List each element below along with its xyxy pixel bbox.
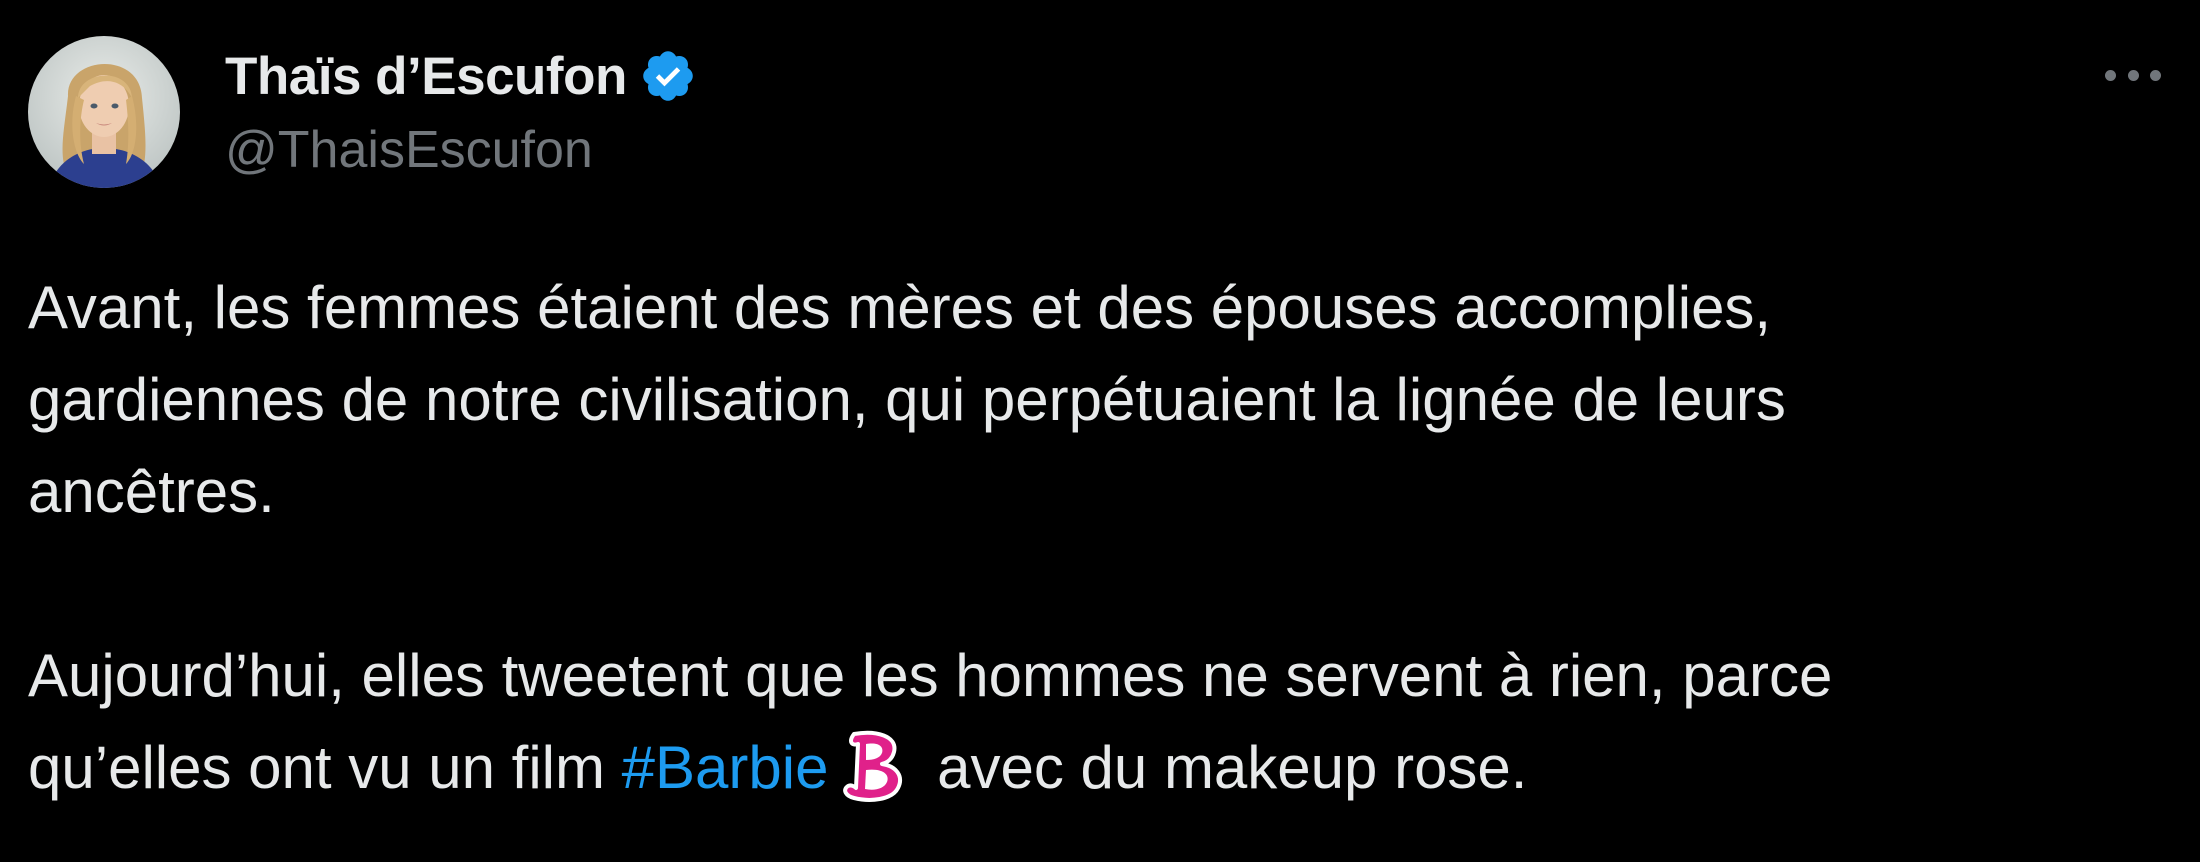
author-handle[interactable]: @ThaisEscufon bbox=[225, 120, 593, 180]
barbie-logo-icon bbox=[832, 726, 912, 806]
tweet-line: Aujourd’hui, elles tweetent que les homm… bbox=[28, 642, 1833, 709]
tweet-text-segment: avec du makeup rose. bbox=[920, 734, 1528, 801]
author-name-row[interactable]: Thaïs d’Escufon bbox=[225, 44, 697, 108]
tweet-line: Avant, les femmes étaient des mères et d… bbox=[28, 274, 1772, 341]
tweet-text-segment: qu’elles ont vu un film bbox=[28, 734, 622, 801]
tweet-line: qu’elles ont vu un film #Barbie avec du … bbox=[28, 722, 2158, 814]
more-dot bbox=[2127, 69, 2139, 81]
verified-badge-icon bbox=[639, 47, 697, 105]
tweet-line: ancêtres. bbox=[28, 458, 275, 525]
tweet-text: Avant, les femmes étaient des mères et d… bbox=[28, 262, 2158, 814]
more-options-icon[interactable] bbox=[2105, 55, 2161, 95]
more-dot bbox=[2150, 69, 2161, 81]
tweet-line: gardiennes de notre civilisation, qui pe… bbox=[28, 366, 1786, 433]
author-display-name[interactable]: Thaïs d’Escufon bbox=[225, 46, 627, 107]
more-dot bbox=[2105, 69, 2116, 81]
hashtag-link[interactable]: #Barbie bbox=[622, 734, 829, 801]
author-avatar[interactable] bbox=[28, 36, 180, 188]
tweet: Thaïs d’Escufon @ThaisEscufon Avant, les… bbox=[0, 0, 2200, 862]
